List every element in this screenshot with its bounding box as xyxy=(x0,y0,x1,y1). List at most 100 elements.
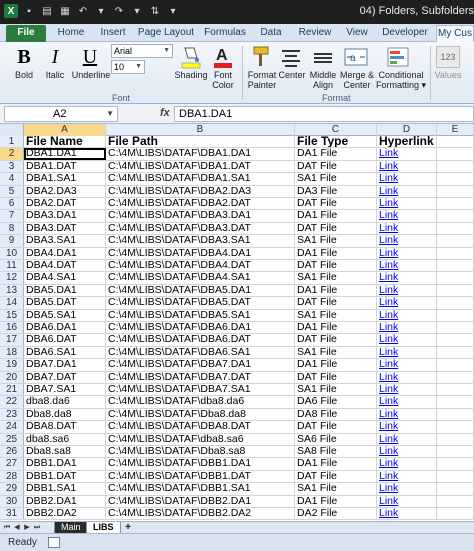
table-cell[interactable] xyxy=(437,408,474,421)
table-cell[interactable]: DBA7.DAT xyxy=(24,371,106,383)
table-cell[interactable]: DBA4.DA1 xyxy=(24,247,106,259)
row-header[interactable]: 31 xyxy=(0,508,24,520)
table-cell[interactable]: DBA1.SA1 xyxy=(24,173,106,185)
table-cell[interactable]: SA1 File xyxy=(295,272,377,284)
table-cell[interactable]: DBA6.SA1 xyxy=(24,346,106,359)
column-header-c[interactable]: C xyxy=(295,124,377,136)
hyperlink-cell[interactable]: Link xyxy=(377,173,437,185)
table-cell[interactable]: DBB1.SA1 xyxy=(24,483,106,495)
table-cell[interactable]: DAT File xyxy=(295,297,377,309)
row-header[interactable]: 7 xyxy=(0,210,24,222)
table-cell[interactable]: C:\4M\LIBS\DATAF\Dba8.da8 xyxy=(106,408,295,421)
row-header[interactable]: 17 xyxy=(0,334,24,346)
table-cell[interactable] xyxy=(437,260,474,272)
name-box[interactable]: A2 ▼ xyxy=(4,106,118,122)
table-cell[interactable]: DA1 File xyxy=(295,359,377,371)
table-cell[interactable]: C:\4M\LIBS\DATAF\DBA6.DA1 xyxy=(106,322,295,334)
row-header[interactable]: 3 xyxy=(0,160,24,173)
table-cell[interactable]: DBA3.DAT xyxy=(24,222,106,235)
table-cell[interactable]: C:\4M\LIBS\DATAF\DBA2.DAT xyxy=(106,198,295,210)
table-cell[interactable] xyxy=(437,508,474,520)
table-cell[interactable]: C:\4M\LIBS\DATAF\DBA8.DAT xyxy=(106,421,295,433)
table-cell[interactable]: C:\4M\LIBS\DATAF\DBA7.DA1 xyxy=(106,359,295,371)
table-cell[interactable] xyxy=(437,235,474,247)
select-all-corner[interactable] xyxy=(0,124,24,136)
tab-file[interactable]: File xyxy=(6,25,46,42)
row-header[interactable]: 21 xyxy=(0,384,24,396)
table-cell[interactable]: C:\4M\LIBS\DATAF\DBA6.DAT xyxy=(106,334,295,346)
table-cell[interactable]: DA1 File xyxy=(295,210,377,222)
table-cell[interactable]: C:\4M\LIBS\DATAF\DBA4.SA1 xyxy=(106,272,295,284)
column-header-a[interactable]: A xyxy=(24,124,106,136)
table-cell[interactable]: DBA7.SA1 xyxy=(24,384,106,396)
row-header[interactable]: 20 xyxy=(0,371,24,383)
table-cell[interactable] xyxy=(437,185,474,197)
hyperlink-cell[interactable]: Link xyxy=(377,371,437,383)
table-cell[interactable]: C:\4M\LIBS\DATAF\DBA7.DAT xyxy=(106,371,295,383)
shading-button-label[interactable]: Shading xyxy=(172,70,210,80)
tab-page-layout[interactable]: Page Layout xyxy=(136,25,196,42)
table-cell[interactable]: DBA7.DA1 xyxy=(24,359,106,371)
row-header[interactable]: 1 xyxy=(0,136,24,148)
table-cell[interactable]: C:\4M\LIBS\DATAF\DBA5.DA1 xyxy=(106,284,295,297)
previous-sheet-icon[interactable]: ◀ xyxy=(12,523,22,533)
table-cell[interactable] xyxy=(437,148,474,160)
hyperlink-cell[interactable]: Link xyxy=(377,297,437,309)
hyperlink-cell[interactable]: Link xyxy=(377,396,437,408)
table-cell[interactable]: DA1 File xyxy=(295,247,377,259)
table-cell[interactable]: C:\4M\LIBS\DATAF\DBA3.DA1 xyxy=(106,210,295,222)
table-cell[interactable]: C:\4M\LIBS\DATAF\DBA5.SA1 xyxy=(106,309,295,321)
table-cell[interactable] xyxy=(437,433,474,445)
hyperlink-cell[interactable]: Link xyxy=(377,260,437,272)
table-cell[interactable]: SA8 File xyxy=(295,446,377,458)
table-cell[interactable]: DA2 File xyxy=(295,508,377,520)
middle-align-button-label[interactable]: Middle Align xyxy=(306,70,340,90)
table-cell[interactable]: DBB2.DA2 xyxy=(24,508,106,520)
merge-center-button-label[interactable]: Merge & Center xyxy=(338,70,376,90)
hyperlink-cell[interactable]: Link xyxy=(377,359,437,371)
table-cell[interactable]: C:\4M\LIBS\DATAF\DBB1.SA1 xyxy=(106,483,295,495)
table-cell[interactable] xyxy=(437,458,474,470)
values-button-label[interactable]: Values xyxy=(432,70,464,80)
row-header[interactable]: 8 xyxy=(0,222,24,235)
table-cell[interactable]: SA6 File xyxy=(295,433,377,445)
font-size-combo[interactable]: 10 ▼ xyxy=(111,60,145,74)
last-sheet-icon[interactable]: ⏭ xyxy=(32,523,42,533)
merge-center-icon[interactable]: a xyxy=(344,46,368,68)
table-cell[interactable]: DBA8.DAT xyxy=(24,421,106,433)
table-cell[interactable]: C:\4M\LIBS\DATAF\Dba8.sa8 xyxy=(106,446,295,458)
values-icon[interactable]: 123 xyxy=(436,46,460,68)
row-header[interactable]: 5 xyxy=(0,185,24,197)
toolbar-options-icon[interactable]: ▾ xyxy=(166,4,180,18)
insert-function-icon[interactable]: fx xyxy=(160,107,170,119)
middle-align-icon[interactable] xyxy=(312,46,334,68)
insert-sheet-icon[interactable]: ✚ xyxy=(122,523,134,533)
hyperlink-cell[interactable]: Link xyxy=(377,272,437,284)
table-cell[interactable]: Dba8.da8 xyxy=(24,408,106,421)
hyperlink-cell[interactable]: Link xyxy=(377,483,437,495)
conditional-formatting-button-label[interactable]: Conditional Formatting ▾ xyxy=(374,70,428,90)
hyperlink-cell[interactable]: Link xyxy=(377,222,437,235)
row-header[interactable]: 6 xyxy=(0,198,24,210)
row-header[interactable]: 28 xyxy=(0,470,24,483)
table-cell[interactable]: DA1 File xyxy=(295,284,377,297)
table-cell[interactable]: C:\4M\LIBS\DATAF\DBA4.DAT xyxy=(106,260,295,272)
table-cell[interactable]: DBA4.DAT xyxy=(24,260,106,272)
undo-icon[interactable]: ↶ xyxy=(76,4,90,18)
table-cell[interactable]: C:\4M\LIBS\DATAF\DBB1.DA1 xyxy=(106,458,295,470)
table-cell[interactable]: dba8.da6 xyxy=(24,396,106,408)
row-header[interactable]: 22 xyxy=(0,396,24,408)
table-cell[interactable]: SA1 File xyxy=(295,235,377,247)
table-cell[interactable]: DBA4.SA1 xyxy=(24,272,106,284)
table-cell[interactable]: DBA5.DA1 xyxy=(24,284,106,297)
hyperlink-cell[interactable]: Link xyxy=(377,160,437,173)
table-cell[interactable] xyxy=(437,272,474,284)
column-title-cell[interactable]: File Type xyxy=(295,136,377,148)
macro-recording-icon[interactable] xyxy=(48,537,60,548)
hyperlink-cell[interactable]: Link xyxy=(377,421,437,433)
row-header[interactable]: 27 xyxy=(0,458,24,470)
table-cell[interactable]: DAT File xyxy=(295,334,377,346)
row-header[interactable]: 16 xyxy=(0,322,24,334)
table-cell[interactable]: DBA5.DAT xyxy=(24,297,106,309)
underline-icon[interactable]: U xyxy=(78,46,102,68)
